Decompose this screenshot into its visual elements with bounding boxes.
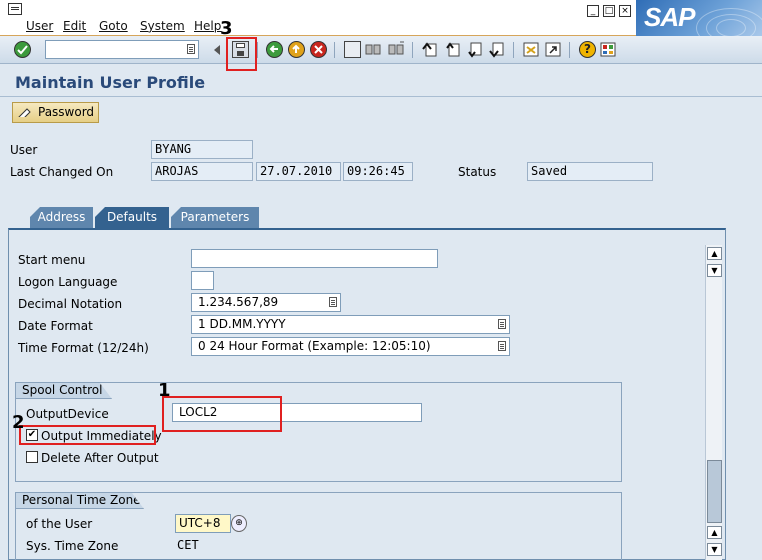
user-label: User bbox=[10, 143, 38, 157]
toolbar-separator bbox=[513, 42, 514, 58]
scroll-down-icon[interactable]: ▼ bbox=[707, 543, 722, 556]
date-format-select[interactable]: 1 DD.MM.YYYY bbox=[191, 315, 510, 334]
shortcut-icon[interactable] bbox=[545, 41, 562, 58]
title-divider bbox=[0, 96, 762, 97]
sap-logo: SAP bbox=[636, 0, 762, 36]
time-format-value: 0 24 Hour Format (Example: 12:05:10) bbox=[198, 339, 431, 353]
menu-edit[interactable]: Edit bbox=[63, 19, 86, 33]
dropdown-icon[interactable] bbox=[498, 319, 506, 329]
dropdown-icon[interactable] bbox=[329, 297, 337, 307]
tab-parameters[interactable]: Parameters bbox=[171, 207, 259, 228]
user-time-zone-input[interactable]: UTC+8 bbox=[175, 514, 231, 533]
password-pen-icon bbox=[18, 108, 31, 117]
status-label: Status bbox=[458, 165, 497, 179]
last-changed-time-value: 09:26:45 bbox=[343, 162, 413, 181]
page-title: Maintain User Profile bbox=[15, 73, 206, 92]
cancel-icon[interactable] bbox=[310, 41, 327, 58]
enter-icon[interactable] bbox=[14, 41, 31, 58]
toolbar-separator bbox=[334, 42, 335, 58]
status-value: Saved bbox=[527, 162, 653, 181]
user-time-zone-label: of the User bbox=[26, 517, 93, 531]
dropdown-icon[interactable] bbox=[498, 341, 506, 351]
spool-control-title: Spool Control bbox=[16, 383, 112, 399]
vertical-scrollbar[interactable]: ▲ ▼ ▲ ▼ bbox=[705, 245, 722, 560]
close-icon[interactable]: × bbox=[619, 5, 631, 17]
next-page-icon[interactable] bbox=[467, 41, 484, 58]
customize-layout-icon[interactable] bbox=[600, 41, 617, 58]
toolbar-separator bbox=[257, 42, 258, 58]
password-button[interactable]: Password bbox=[12, 102, 99, 123]
help-icon[interactable]: ? bbox=[579, 41, 596, 58]
password-button-label: Password bbox=[38, 105, 95, 119]
collapse-command-icon[interactable] bbox=[214, 45, 220, 55]
find-icon[interactable] bbox=[365, 41, 382, 58]
find-next-icon[interactable] bbox=[388, 41, 405, 58]
last-changed-label: Last Changed On bbox=[10, 165, 114, 179]
value-help-icon[interactable] bbox=[187, 44, 195, 54]
annotation-box-output-immediately bbox=[19, 425, 156, 445]
value-help-icon[interactable]: ⊕ bbox=[231, 515, 247, 532]
scrollbar-thumb[interactable] bbox=[707, 460, 722, 523]
start-menu-input[interactable] bbox=[191, 249, 438, 268]
tab-address[interactable]: Address bbox=[30, 207, 93, 228]
decimal-notation-value: 1.234.567,89 bbox=[198, 295, 279, 309]
decimal-notation-select[interactable]: 1.234.567,89 bbox=[191, 293, 341, 312]
annotation-marker-1: 1 bbox=[158, 380, 171, 401]
restore-icon[interactable]: □ bbox=[603, 5, 615, 17]
menu-help[interactable]: Help bbox=[194, 19, 221, 33]
delete-after-output-label: Delete After Output bbox=[41, 451, 159, 465]
menu-goto[interactable]: Goto bbox=[99, 19, 128, 33]
command-field[interactable] bbox=[45, 40, 199, 59]
decimal-notation-label: Decimal Notation bbox=[18, 297, 123, 311]
date-format-value: 1 DD.MM.YYYY bbox=[198, 317, 286, 331]
first-page-icon[interactable] bbox=[422, 41, 439, 58]
logon-language-input[interactable] bbox=[191, 271, 214, 290]
previous-page-icon[interactable] bbox=[445, 41, 462, 58]
personal-time-zone-title: Personal Time Zone bbox=[16, 493, 144, 509]
scroll-page-up-icon[interactable]: ▼ bbox=[707, 264, 722, 277]
annotation-box-save bbox=[226, 37, 257, 71]
delete-after-output-checkbox[interactable] bbox=[26, 451, 38, 463]
sap-logo-text: SAP bbox=[644, 2, 695, 32]
standard-toolbar: ? bbox=[0, 36, 762, 64]
time-format-label: Time Format (12/24h) bbox=[18, 341, 149, 355]
last-changed-date-value: 27.07.2010 bbox=[256, 162, 341, 181]
user-value: BYANG bbox=[151, 140, 253, 159]
annotation-marker-3: 3 bbox=[220, 18, 233, 39]
last-changed-by-value: AROJAS bbox=[151, 162, 253, 181]
output-device-label: OutputDevice bbox=[26, 407, 109, 421]
logon-language-label: Logon Language bbox=[18, 275, 118, 289]
scroll-up-icon[interactable]: ▲ bbox=[707, 247, 722, 260]
menu-system[interactable]: System bbox=[140, 19, 185, 33]
last-page-icon[interactable] bbox=[489, 41, 506, 58]
menu-user[interactable]: User bbox=[26, 19, 53, 33]
back-icon[interactable] bbox=[266, 41, 283, 58]
system-time-zone-label: Sys. Time Zone bbox=[26, 539, 119, 553]
system-time-zone-value: CET bbox=[177, 538, 199, 552]
date-format-label: Date Format bbox=[18, 319, 93, 333]
system-menu-icon[interactable] bbox=[8, 3, 22, 15]
menu-bar: User Edit Goto System Help _ □ × SAP bbox=[0, 0, 762, 36]
start-menu-label: Start menu bbox=[18, 253, 86, 267]
toolbar-separator bbox=[569, 42, 570, 58]
toolbar-separator bbox=[412, 42, 413, 58]
annotation-marker-2: 2 bbox=[12, 412, 25, 433]
minimize-icon[interactable]: _ bbox=[587, 5, 599, 17]
print-icon[interactable] bbox=[344, 41, 361, 58]
scroll-page-down-icon[interactable]: ▲ bbox=[707, 526, 722, 539]
annotation-box-output-device bbox=[162, 396, 282, 432]
time-format-select[interactable]: 0 24 Hour Format (Example: 12:05:10) bbox=[191, 337, 510, 356]
new-session-icon[interactable] bbox=[523, 41, 540, 58]
tab-defaults[interactable]: Defaults bbox=[95, 207, 169, 228]
exit-icon[interactable] bbox=[288, 41, 305, 58]
